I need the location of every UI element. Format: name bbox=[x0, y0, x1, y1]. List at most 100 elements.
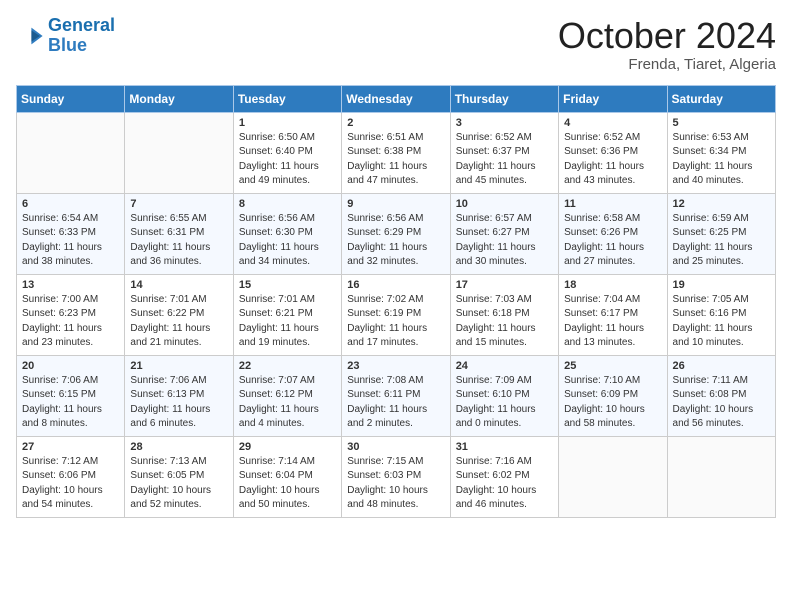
calendar-cell: 20 Sunrise: 7:06 AM Sunset: 6:15 PM Dayli… bbox=[17, 355, 125, 436]
day-number: 28 bbox=[130, 441, 227, 453]
cell-text: Sunrise: 7:00 AM Sunset: 6:23 PM Dayligh… bbox=[22, 293, 119, 351]
calendar-table: SundayMondayTuesdayWednesdayThursdayFrid… bbox=[16, 85, 776, 518]
day-number: 6 bbox=[22, 198, 119, 210]
calendar-cell: 30 Sunrise: 7:15 AM Sunset: 6:03 PM Dayli… bbox=[342, 436, 450, 517]
calendar-week-row: 20 Sunrise: 7:06 AM Sunset: 6:15 PM Dayli… bbox=[17, 355, 776, 436]
day-number: 15 bbox=[239, 279, 336, 291]
cell-text: Sunrise: 7:15 AM Sunset: 6:03 PM Dayligh… bbox=[347, 455, 444, 513]
cell-text: Sunrise: 6:56 AM Sunset: 6:29 PM Dayligh… bbox=[347, 212, 444, 270]
calendar-cell: 3 Sunrise: 6:52 AM Sunset: 6:37 PM Daylig… bbox=[450, 112, 558, 193]
weekday-header: Monday bbox=[125, 85, 233, 112]
weekday-header: Wednesday bbox=[342, 85, 450, 112]
page-header: General Blue October 2024 Frenda, Tiaret… bbox=[16, 16, 776, 73]
calendar-cell: 24 Sunrise: 7:09 AM Sunset: 6:10 PM Dayli… bbox=[450, 355, 558, 436]
cell-text: Sunrise: 7:11 AM Sunset: 6:08 PM Dayligh… bbox=[673, 374, 770, 432]
cell-text: Sunrise: 7:01 AM Sunset: 6:21 PM Dayligh… bbox=[239, 293, 336, 351]
calendar-cell: 7 Sunrise: 6:55 AM Sunset: 6:31 PM Daylig… bbox=[125, 193, 233, 274]
day-number: 7 bbox=[130, 198, 227, 210]
calendar-cell: 14 Sunrise: 7:01 AM Sunset: 6:22 PM Dayli… bbox=[125, 274, 233, 355]
cell-text: Sunrise: 7:06 AM Sunset: 6:15 PM Dayligh… bbox=[22, 374, 119, 432]
day-number: 24 bbox=[456, 360, 553, 372]
cell-text: Sunrise: 7:08 AM Sunset: 6:11 PM Dayligh… bbox=[347, 374, 444, 432]
calendar-cell: 31Sunrise: 7:16 AM Sunset: 6:02 PM Dayli… bbox=[450, 436, 558, 517]
title-block: October 2024 Frenda, Tiaret, Algeria bbox=[558, 16, 776, 73]
calendar-cell: 2 Sunrise: 6:51 AM Sunset: 6:38 PM Daylig… bbox=[342, 112, 450, 193]
cell-text: Sunrise: 7:12 AM Sunset: 6:06 PM Dayligh… bbox=[22, 455, 119, 513]
calendar-cell: 22 Sunrise: 7:07 AM Sunset: 6:12 PM Dayli… bbox=[233, 355, 341, 436]
calendar-cell: 28 Sunrise: 7:13 AM Sunset: 6:05 PM Dayli… bbox=[125, 436, 233, 517]
day-number: 25 bbox=[564, 360, 661, 372]
calendar-cell bbox=[125, 112, 233, 193]
day-number: 9 bbox=[347, 198, 444, 210]
day-number: 1 bbox=[239, 117, 336, 129]
day-number: 21 bbox=[130, 360, 227, 372]
cell-text: Sunrise: 7:16 AM Sunset: 6:02 PM Dayligh… bbox=[456, 455, 553, 513]
calendar-cell: 8 Sunrise: 6:56 AM Sunset: 6:30 PM Daylig… bbox=[233, 193, 341, 274]
calendar-cell: 6 Sunrise: 6:54 AM Sunset: 6:33 PM Daylig… bbox=[17, 193, 125, 274]
calendar-body: 1Sunrise: 6:50 AM Sunset: 6:40 PM Daylig… bbox=[17, 112, 776, 517]
cell-text: Sunrise: 7:01 AM Sunset: 6:22 PM Dayligh… bbox=[130, 293, 227, 351]
day-number: 14 bbox=[130, 279, 227, 291]
calendar-cell bbox=[667, 436, 775, 517]
calendar-cell: 26 Sunrise: 7:11 AM Sunset: 6:08 PM Dayli… bbox=[667, 355, 775, 436]
calendar-cell: 16 Sunrise: 7:02 AM Sunset: 6:19 PM Dayli… bbox=[342, 274, 450, 355]
day-number: 2 bbox=[347, 117, 444, 129]
calendar-cell: 12Sunrise: 6:59 AM Sunset: 6:25 PM Dayli… bbox=[667, 193, 775, 274]
day-number: 4 bbox=[564, 117, 661, 129]
weekday-header: Saturday bbox=[667, 85, 775, 112]
cell-text: Sunrise: 7:07 AM Sunset: 6:12 PM Dayligh… bbox=[239, 374, 336, 432]
cell-text: Sunrise: 7:02 AM Sunset: 6:19 PM Dayligh… bbox=[347, 293, 444, 351]
day-number: 3 bbox=[456, 117, 553, 129]
weekday-header: Friday bbox=[559, 85, 667, 112]
calendar-week-row: 13Sunrise: 7:00 AM Sunset: 6:23 PM Dayli… bbox=[17, 274, 776, 355]
day-number: 29 bbox=[239, 441, 336, 453]
calendar-week-row: 1Sunrise: 6:50 AM Sunset: 6:40 PM Daylig… bbox=[17, 112, 776, 193]
calendar-cell: 29Sunrise: 7:14 AM Sunset: 6:04 PM Dayli… bbox=[233, 436, 341, 517]
day-number: 22 bbox=[239, 360, 336, 372]
cell-text: Sunrise: 6:55 AM Sunset: 6:31 PM Dayligh… bbox=[130, 212, 227, 270]
cell-text: Sunrise: 7:04 AM Sunset: 6:17 PM Dayligh… bbox=[564, 293, 661, 351]
calendar-cell: 25Sunrise: 7:10 AM Sunset: 6:09 PM Dayli… bbox=[559, 355, 667, 436]
location: Frenda, Tiaret, Algeria bbox=[558, 56, 776, 73]
day-number: 19 bbox=[673, 279, 770, 291]
day-number: 12 bbox=[673, 198, 770, 210]
day-number: 10 bbox=[456, 198, 553, 210]
calendar-cell: 13Sunrise: 7:00 AM Sunset: 6:23 PM Dayli… bbox=[17, 274, 125, 355]
cell-text: Sunrise: 7:06 AM Sunset: 6:13 PM Dayligh… bbox=[130, 374, 227, 432]
weekday-header: Sunday bbox=[17, 85, 125, 112]
calendar-cell: 10Sunrise: 6:57 AM Sunset: 6:27 PM Dayli… bbox=[450, 193, 558, 274]
weekday-header: Thursday bbox=[450, 85, 558, 112]
day-number: 20 bbox=[22, 360, 119, 372]
calendar-week-row: 6 Sunrise: 6:54 AM Sunset: 6:33 PM Daylig… bbox=[17, 193, 776, 274]
day-number: 26 bbox=[673, 360, 770, 372]
day-number: 27 bbox=[22, 441, 119, 453]
calendar-cell: 1Sunrise: 6:50 AM Sunset: 6:40 PM Daylig… bbox=[233, 112, 341, 193]
day-number: 16 bbox=[347, 279, 444, 291]
month-title: October 2024 bbox=[558, 16, 776, 56]
day-number: 11 bbox=[564, 198, 661, 210]
calendar-cell: 21 Sunrise: 7:06 AM Sunset: 6:13 PM Dayli… bbox=[125, 355, 233, 436]
cell-text: Sunrise: 6:54 AM Sunset: 6:33 PM Dayligh… bbox=[22, 212, 119, 270]
cell-text: Sunrise: 6:58 AM Sunset: 6:26 PM Dayligh… bbox=[564, 212, 661, 270]
cell-text: Sunrise: 7:13 AM Sunset: 6:05 PM Dayligh… bbox=[130, 455, 227, 513]
calendar-cell: 4Sunrise: 6:52 AM Sunset: 6:36 PM Daylig… bbox=[559, 112, 667, 193]
day-number: 30 bbox=[347, 441, 444, 453]
logo: General Blue bbox=[16, 16, 115, 56]
day-number: 17 bbox=[456, 279, 553, 291]
cell-text: Sunrise: 6:51 AM Sunset: 6:38 PM Dayligh… bbox=[347, 131, 444, 189]
calendar-cell bbox=[17, 112, 125, 193]
calendar-week-row: 27 Sunrise: 7:12 AM Sunset: 6:06 PM Dayli… bbox=[17, 436, 776, 517]
cell-text: Sunrise: 7:09 AM Sunset: 6:10 PM Dayligh… bbox=[456, 374, 553, 432]
calendar-cell bbox=[559, 436, 667, 517]
calendar-cell: 18Sunrise: 7:04 AM Sunset: 6:17 PM Dayli… bbox=[559, 274, 667, 355]
cell-text: Sunrise: 6:53 AM Sunset: 6:34 PM Dayligh… bbox=[673, 131, 770, 189]
cell-text: Sunrise: 6:56 AM Sunset: 6:30 PM Dayligh… bbox=[239, 212, 336, 270]
day-number: 8 bbox=[239, 198, 336, 210]
logo-text: General Blue bbox=[48, 16, 115, 56]
cell-text: Sunrise: 6:52 AM Sunset: 6:37 PM Dayligh… bbox=[456, 131, 553, 189]
day-number: 5 bbox=[673, 117, 770, 129]
calendar-cell: 23Sunrise: 7:08 AM Sunset: 6:11 PM Dayli… bbox=[342, 355, 450, 436]
calendar-cell: 17Sunrise: 7:03 AM Sunset: 6:18 PM Dayli… bbox=[450, 274, 558, 355]
logo-icon bbox=[16, 22, 44, 50]
calendar-cell: 27 Sunrise: 7:12 AM Sunset: 6:06 PM Dayli… bbox=[17, 436, 125, 517]
